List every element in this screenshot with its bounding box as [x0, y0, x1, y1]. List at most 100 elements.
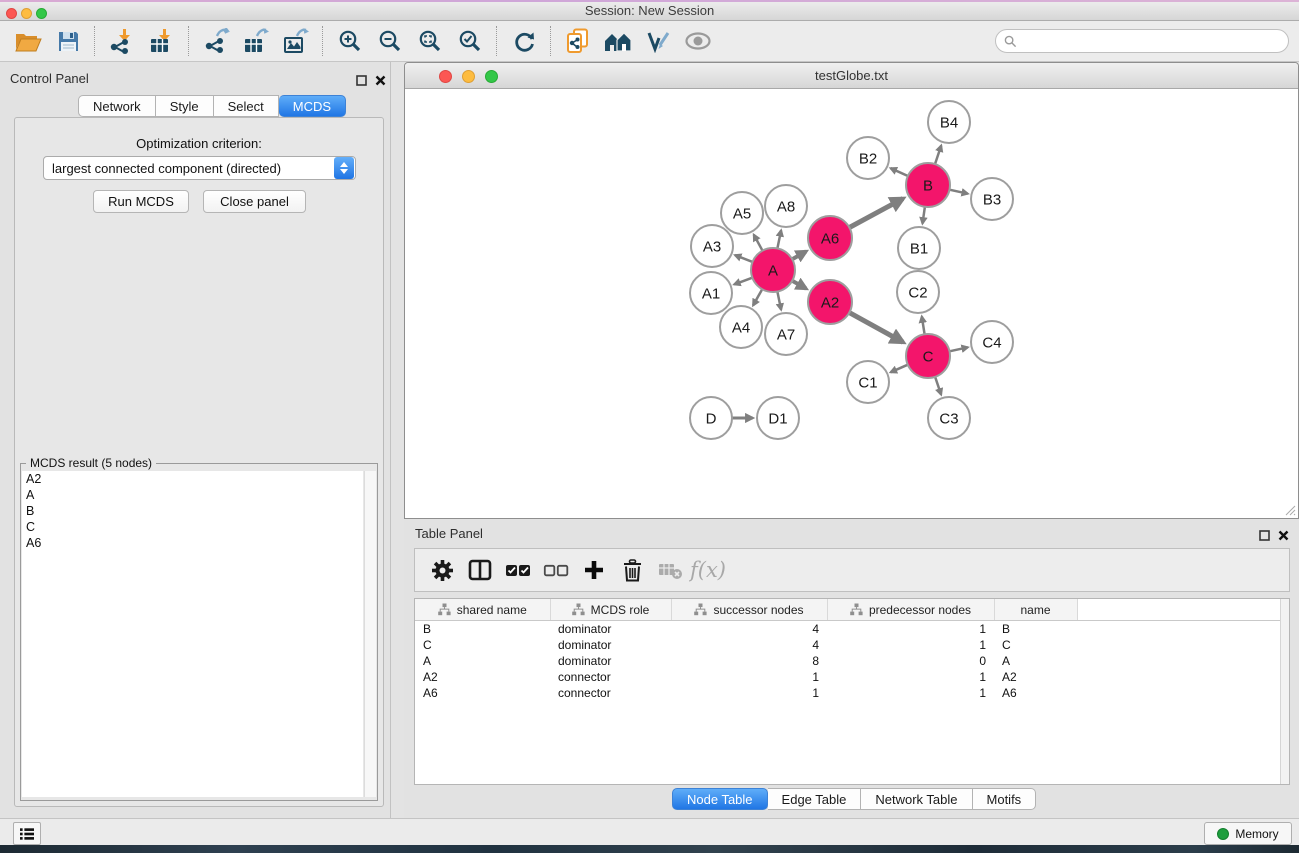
- node-C2[interactable]: C2: [897, 271, 939, 313]
- close-panel-icon[interactable]: [375, 73, 387, 85]
- gear-icon[interactable]: [423, 552, 461, 588]
- tab-network[interactable]: Network: [78, 95, 156, 117]
- refresh-icon[interactable]: [504, 24, 544, 58]
- network-canvas[interactable]: B4B2BB3A5A8A6A3B1AA1C2A2A4A7C4CC1C3DD1: [406, 89, 1298, 523]
- edge-C-C2[interactable]: [922, 317, 925, 335]
- edge-C-C3[interactable]: [935, 377, 941, 395]
- mcds-result-list[interactable]: A2ABCA6: [22, 471, 363, 797]
- node-A4[interactable]: A4: [720, 306, 762, 348]
- network-window-titlebar[interactable]: testGlobe.txt: [405, 63, 1298, 89]
- graphics-details-icon[interactable]: [638, 24, 678, 58]
- node-B2[interactable]: B2: [847, 137, 889, 179]
- close-panel-button[interactable]: Close panel: [203, 190, 306, 213]
- column-header-name[interactable]: name: [994, 599, 1077, 621]
- task-history-button[interactable]: [13, 822, 41, 845]
- node-B3[interactable]: B3: [971, 178, 1013, 220]
- table-scrollbar[interactable]: [1280, 599, 1289, 785]
- edge-A2-C[interactable]: [849, 313, 903, 343]
- result-item[interactable]: A6: [22, 535, 363, 551]
- deselect-all-icon[interactable]: [537, 552, 575, 588]
- node-A2[interactable]: A2: [808, 280, 852, 324]
- result-scrollbar[interactable]: [364, 471, 376, 797]
- eye-icon[interactable]: [678, 24, 718, 58]
- memory-button[interactable]: Memory: [1204, 822, 1292, 845]
- search-field[interactable]: [995, 29, 1289, 53]
- node-A6[interactable]: A6: [808, 216, 852, 260]
- zoom-out-icon[interactable]: [370, 24, 410, 58]
- table-close-panel-icon[interactable]: [1278, 528, 1290, 540]
- tab-network-table[interactable]: Network Table: [861, 788, 972, 810]
- node-A8[interactable]: A8: [765, 185, 807, 227]
- node-D[interactable]: D: [690, 397, 732, 439]
- edge-A6-B[interactable]: [849, 199, 903, 228]
- column-header-successor-nodes[interactable]: successor nodes: [671, 599, 827, 621]
- edge-A-A2[interactable]: [792, 281, 806, 289]
- export-image-icon[interactable]: [276, 24, 316, 58]
- edge-C-C4[interactable]: [950, 347, 968, 351]
- node-A1[interactable]: A1: [690, 272, 732, 314]
- save-session-icon[interactable]: [48, 24, 88, 58]
- table-row[interactable]: A2connector11A2: [415, 669, 1289, 685]
- result-item[interactable]: B: [22, 503, 363, 519]
- node-D1[interactable]: D1: [757, 397, 799, 439]
- open-file-icon[interactable]: [8, 24, 48, 58]
- edge-A-A5[interactable]: [754, 235, 763, 251]
- zoom-in-icon[interactable]: [330, 24, 370, 58]
- import-network-icon[interactable]: [102, 24, 142, 58]
- clone-network-icon[interactable]: [558, 24, 598, 58]
- float-panel-icon[interactable]: [356, 73, 368, 85]
- edge-A-A7[interactable]: [777, 292, 781, 310]
- edge-B-B1[interactable]: [923, 207, 925, 224]
- edge-A-A1[interactable]: [734, 278, 752, 285]
- edge-A-A6[interactable]: [792, 251, 806, 259]
- export-network-icon[interactable]: [196, 24, 236, 58]
- edge-B-B2[interactable]: [891, 168, 908, 176]
- edge-B-B4[interactable]: [935, 146, 941, 165]
- network-close-traffic-light[interactable]: [439, 70, 452, 83]
- node-A5[interactable]: A5: [721, 192, 763, 234]
- close-traffic-light[interactable]: [6, 8, 17, 19]
- tab-edge-table[interactable]: Edge Table: [768, 788, 862, 810]
- column-header-shared-name[interactable]: shared name: [415, 599, 550, 621]
- zoom-fit-icon[interactable]: [410, 24, 450, 58]
- table-row[interactable]: A6connector11A6: [415, 685, 1289, 701]
- minimize-traffic-light[interactable]: [21, 8, 32, 19]
- table-row[interactable]: Cdominator41C: [415, 637, 1289, 653]
- node-A7[interactable]: A7: [765, 313, 807, 355]
- result-item[interactable]: C: [22, 519, 363, 535]
- table-row[interactable]: Adominator80A: [415, 653, 1289, 669]
- table-float-panel-icon[interactable]: [1259, 528, 1271, 540]
- zoom-traffic-light[interactable]: [36, 8, 47, 19]
- node-A3[interactable]: A3: [691, 225, 733, 267]
- run-mcds-button[interactable]: Run MCDS: [93, 190, 189, 213]
- network-graph[interactable]: B4B2BB3A5A8A6A3B1AA1C2A2A4A7C4CC1C3DD1: [406, 89, 1298, 518]
- node-C4[interactable]: C4: [971, 321, 1013, 363]
- edge-B-B3[interactable]: [950, 190, 968, 194]
- node-C3[interactable]: C3: [928, 397, 970, 439]
- edge-A-A4[interactable]: [753, 289, 762, 305]
- zoom-selected-icon[interactable]: [450, 24, 490, 58]
- column-header-predecessor-nodes[interactable]: predecessor nodes: [827, 599, 994, 621]
- select-all-icon[interactable]: [499, 552, 537, 588]
- columns-icon[interactable]: [461, 552, 499, 588]
- tab-style[interactable]: Style: [156, 95, 214, 117]
- delete-column-icon[interactable]: [613, 552, 651, 588]
- criterion-select[interactable]: largest connected component (directed): [43, 156, 356, 180]
- tab-motifs[interactable]: Motifs: [973, 788, 1037, 810]
- export-table-icon[interactable]: [236, 24, 276, 58]
- result-item[interactable]: A2: [22, 471, 363, 487]
- tab-mcds[interactable]: MCDS: [279, 95, 346, 117]
- edge-C-C1[interactable]: [891, 365, 908, 373]
- edge-A-A8[interactable]: [777, 230, 781, 248]
- result-item[interactable]: A: [22, 487, 363, 503]
- node-A[interactable]: A: [751, 248, 795, 292]
- table-row[interactable]: Bdominator41B: [415, 621, 1289, 638]
- tab-node-table[interactable]: Node Table: [672, 788, 768, 810]
- node-C[interactable]: C: [906, 334, 950, 378]
- node-C1[interactable]: C1: [847, 361, 889, 403]
- tab-select[interactable]: Select: [214, 95, 279, 117]
- node-B4[interactable]: B4: [928, 101, 970, 143]
- column-header-MCDS-role[interactable]: MCDS role: [550, 599, 671, 621]
- import-table-icon[interactable]: [142, 24, 182, 58]
- network-minimize-traffic-light[interactable]: [462, 70, 475, 83]
